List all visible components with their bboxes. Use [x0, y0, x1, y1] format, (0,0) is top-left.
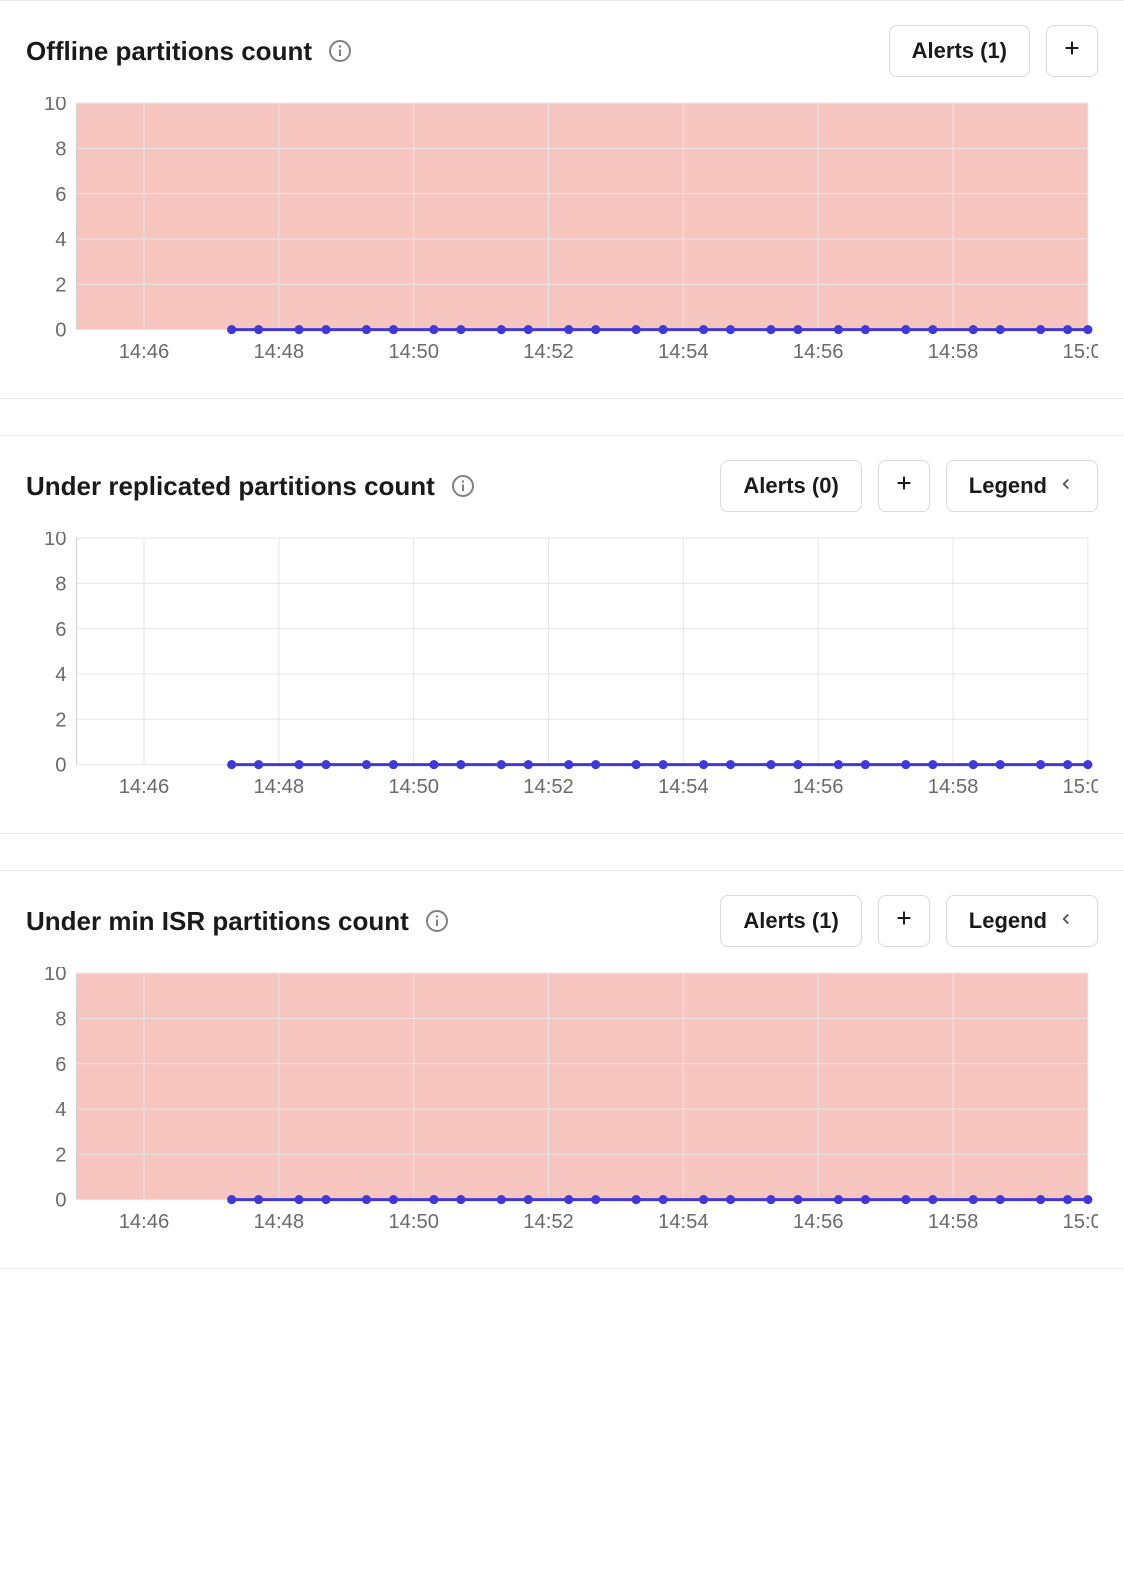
svg-text:15:00: 15:00 — [1063, 341, 1098, 363]
svg-text:14:46: 14:46 — [119, 1211, 170, 1233]
svg-text:0: 0 — [55, 320, 66, 342]
svg-text:14:52: 14:52 — [523, 341, 574, 363]
panel-title-text: Under replicated partitions count — [26, 471, 435, 502]
svg-text:14:46: 14:46 — [119, 776, 170, 798]
svg-text:15:00: 15:00 — [1063, 1211, 1098, 1233]
svg-text:10: 10 — [44, 967, 67, 985]
add-button[interactable] — [1046, 25, 1098, 77]
svg-text:6: 6 — [55, 619, 66, 641]
panel-title: Under min ISR partitions count — [26, 906, 449, 937]
alerts-label: Alerts (1) — [912, 38, 1007, 64]
panel-header: Offline partitions count Alerts (1) — [26, 25, 1098, 77]
svg-text:14:48: 14:48 — [254, 776, 305, 798]
svg-text:8: 8 — [55, 138, 66, 160]
legend-label: Legend — [969, 473, 1047, 499]
panel-header: Under min ISR partitions count Alerts (1… — [26, 895, 1098, 947]
svg-text:14:58: 14:58 — [928, 1211, 979, 1233]
svg-text:6: 6 — [55, 184, 66, 206]
chart-area: 0 2 4 6 8 10 14:46 14:48 14:50 14:52 14:54 14:56 14:… — [26, 532, 1098, 805]
add-button[interactable] — [878, 895, 930, 947]
alerts-button[interactable]: Alerts (0) — [720, 460, 861, 512]
svg-text:14:58: 14:58 — [928, 776, 979, 798]
chevron-left-icon — [1057, 473, 1075, 499]
svg-text:14:58: 14:58 — [928, 341, 979, 363]
svg-text:14:52: 14:52 — [523, 776, 574, 798]
alerts-label: Alerts (1) — [743, 908, 838, 934]
svg-text:14:50: 14:50 — [388, 1211, 439, 1233]
plus-icon — [893, 472, 915, 500]
panel-offline: Offline partitions count Alerts (1) 0 2 4 6… — [0, 0, 1124, 399]
panel-under-min-isr: Under min ISR partitions count Alerts (1… — [0, 870, 1124, 1269]
info-icon[interactable] — [328, 39, 352, 63]
svg-text:0: 0 — [55, 1190, 66, 1212]
plus-icon — [893, 907, 915, 935]
alerts-button[interactable]: Alerts (1) — [720, 895, 861, 947]
panel-title: Offline partitions count — [26, 36, 352, 67]
svg-text:0: 0 — [55, 755, 66, 777]
chart-svg[interactable]: 0 2 4 6 8 10 14:46 14:48 14:50 14:52 14:54 14:56 14:… — [26, 532, 1098, 805]
svg-text:14:56: 14:56 — [793, 1211, 844, 1233]
chevron-left-icon — [1057, 908, 1075, 934]
chart-svg[interactable]: 0 2 4 6 8 10 14:46 14:48 14:50 14:52 14:54 14:56 14:… — [26, 967, 1098, 1240]
chart-area: 0 2 4 6 8 10 14:46 14:48 14:50 14:52 14:54 14:56 14:… — [26, 97, 1098, 370]
svg-text:2: 2 — [55, 274, 66, 296]
svg-text:14:54: 14:54 — [658, 776, 709, 798]
info-icon[interactable] — [451, 474, 475, 498]
legend-label: Legend — [969, 908, 1047, 934]
svg-text:2: 2 — [55, 709, 66, 731]
legend-button[interactable]: Legend — [946, 895, 1098, 947]
svg-text:14:48: 14:48 — [254, 341, 305, 363]
panel-under-replicated: Under replicated partitions count Alerts… — [0, 435, 1124, 834]
svg-text:4: 4 — [55, 664, 66, 686]
svg-text:8: 8 — [55, 573, 66, 595]
plus-icon — [1061, 37, 1083, 65]
chart-svg[interactable]: 0 2 4 6 8 10 14:46 14:48 14:50 14:52 14:54 14:56 14:… — [26, 97, 1098, 370]
svg-text:14:56: 14:56 — [793, 776, 844, 798]
svg-text:14:52: 14:52 — [523, 1211, 574, 1233]
legend-button[interactable]: Legend — [946, 460, 1098, 512]
svg-text:14:50: 14:50 — [388, 341, 439, 363]
svg-text:14:46: 14:46 — [119, 341, 170, 363]
svg-text:8: 8 — [55, 1009, 66, 1031]
svg-text:10: 10 — [44, 97, 67, 115]
svg-text:2: 2 — [55, 1144, 66, 1166]
svg-text:14:50: 14:50 — [388, 776, 439, 798]
panel-title: Under replicated partitions count — [26, 471, 475, 502]
svg-text:14:54: 14:54 — [658, 341, 709, 363]
alerts-label: Alerts (0) — [743, 473, 838, 499]
svg-text:4: 4 — [55, 229, 66, 251]
svg-text:15:00: 15:00 — [1063, 776, 1098, 798]
alerts-button[interactable]: Alerts (1) — [889, 25, 1030, 77]
panel-header: Under replicated partitions count Alerts… — [26, 460, 1098, 512]
panel-title-text: Under min ISR partitions count — [26, 906, 409, 937]
info-icon[interactable] — [425, 909, 449, 933]
svg-text:14:54: 14:54 — [658, 1211, 709, 1233]
add-button[interactable] — [878, 460, 930, 512]
svg-text:14:56: 14:56 — [793, 341, 844, 363]
svg-text:14:48: 14:48 — [254, 1211, 305, 1233]
svg-text:10: 10 — [44, 532, 67, 550]
svg-text:6: 6 — [55, 1054, 66, 1076]
panel-title-text: Offline partitions count — [26, 36, 312, 67]
svg-text:4: 4 — [55, 1099, 66, 1121]
chart-area: 0 2 4 6 8 10 14:46 14:48 14:50 14:52 14:54 14:56 14:… — [26, 967, 1098, 1240]
